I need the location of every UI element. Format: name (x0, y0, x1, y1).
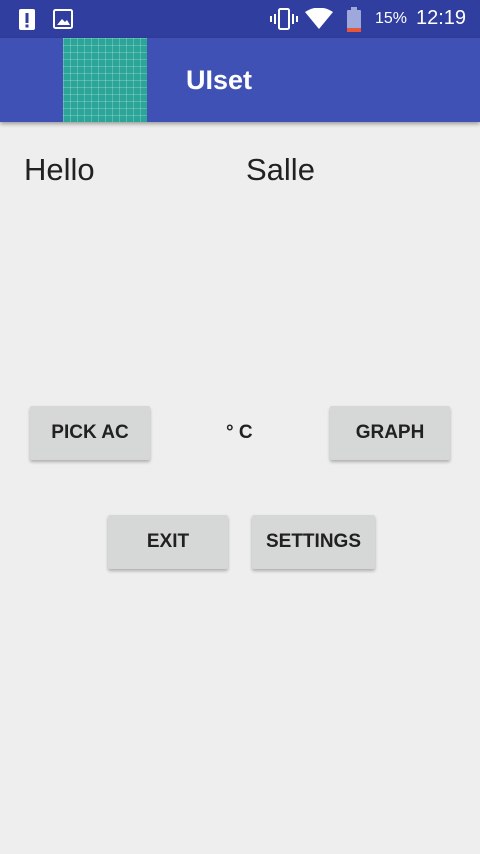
settings-button[interactable]: SETTINGS (252, 515, 375, 569)
temperature-unit: ° C (226, 422, 253, 443)
room-label: Salle (246, 152, 315, 187)
app-title: UIset (186, 65, 253, 95)
app-logo (63, 38, 147, 122)
battery-icon (346, 7, 362, 38)
battery-percent: 15% (375, 10, 408, 27)
status-bar: 15% 12:19 (0, 0, 480, 38)
alert-icon (18, 7, 36, 36)
graph-button[interactable]: GRAPH (330, 406, 450, 460)
vibrate-icon (270, 7, 298, 36)
wifi-icon (305, 7, 333, 35)
exit-button[interactable]: EXIT (108, 515, 228, 569)
image-icon (53, 7, 73, 36)
app-bar: UIset (0, 38, 480, 122)
greeting-text: Hello (24, 152, 95, 187)
clock: 12:19 (416, 7, 467, 29)
pick-ac-button[interactable]: PICK AC (30, 406, 150, 460)
